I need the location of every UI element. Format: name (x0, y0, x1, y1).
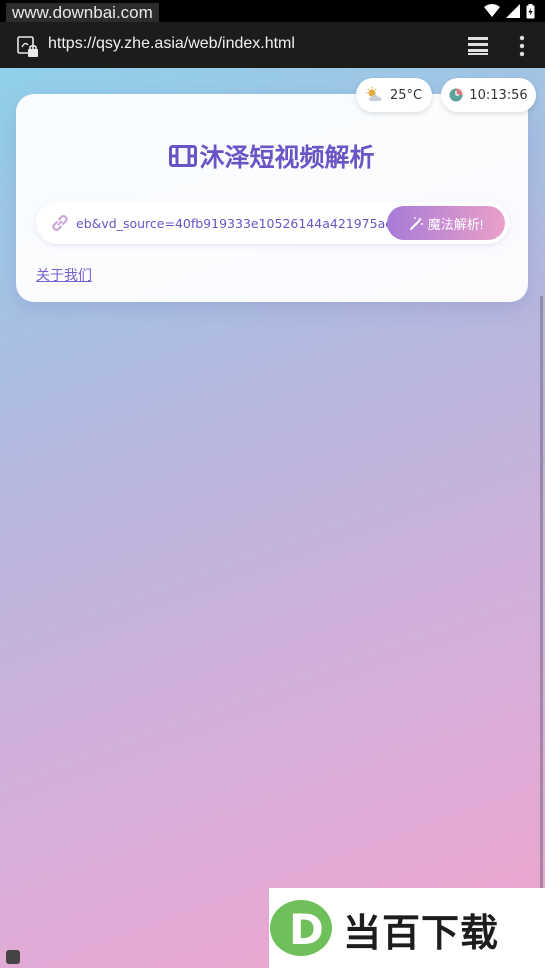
clock-time: 10:13:56 (469, 87, 528, 103)
svg-text:D: D (289, 905, 324, 954)
browser-url-bar: https://qsy.zhe.asia/web/index.html (0, 22, 545, 68)
wifi-icon (484, 4, 500, 17)
battery-icon (526, 3, 535, 18)
film-icon (169, 145, 198, 167)
url-input-group: 魔法解析! (36, 202, 509, 244)
partly-cloudy-icon (365, 87, 382, 101)
brand-watermark: D 当百下载 (269, 888, 545, 968)
title-text: 沐泽短视频解析 (199, 143, 375, 172)
status-bar: www.downbai.com (0, 0, 545, 23)
corner-handle (6, 950, 20, 964)
page-background: 沐泽短视频解析 魔法解析! 关于我们 (0, 68, 545, 968)
link-icon (52, 215, 68, 231)
signal-icon (506, 4, 520, 18)
page-title: 沐泽短视频解析 (16, 138, 528, 174)
url-address[interactable]: https://qsy.zhe.asia/web/index.html (48, 35, 295, 53)
parse-button-label: 魔法解析! (427, 216, 484, 232)
clock-widget: 10:13:56 (441, 78, 536, 112)
main-card: 沐泽短视频解析 魔法解析! 关于我们 (16, 94, 528, 302)
brand-text: 当百下载 (343, 911, 500, 955)
page-lock-icon[interactable] (16, 35, 40, 59)
about-us-link[interactable]: 关于我们 (36, 265, 92, 285)
page-scrollbar[interactable] (540, 296, 543, 956)
weather-widget: 25°C (356, 78, 432, 112)
clock-icon (449, 88, 463, 102)
video-url-input[interactable] (76, 202, 388, 244)
magic-parse-button[interactable]: 魔法解析! (387, 206, 505, 240)
overflow-menu-icon[interactable] (516, 35, 528, 57)
tabs-icon[interactable] (466, 36, 490, 56)
status-icons (484, 3, 535, 19)
site-watermark: www.downbai.com (6, 3, 159, 23)
weather-temperature: 25°C (389, 87, 423, 103)
magic-wand-icon (409, 216, 423, 230)
brand-logo-icon: D (270, 900, 332, 956)
